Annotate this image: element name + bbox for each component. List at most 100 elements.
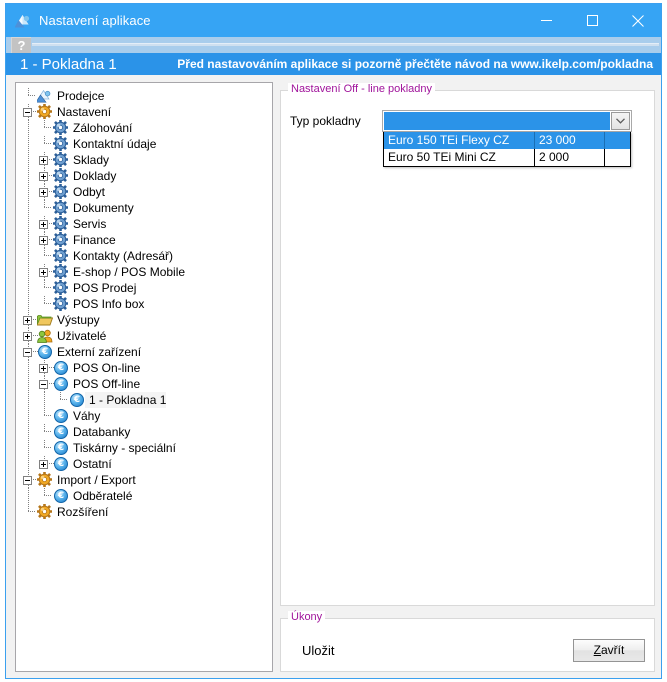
tree-guide	[20, 136, 36, 152]
gear-blue-icon	[53, 280, 69, 296]
save-action[interactable]: Uložit	[302, 643, 335, 658]
close-button-rest: avřít	[601, 643, 624, 657]
tree-item-prodejce[interactable]: Prodejce	[20, 88, 272, 104]
tree-expander-plus-icon[interactable]	[36, 216, 52, 232]
tree-item-databanky[interactable]: €Databanky	[20, 424, 272, 440]
euro-coin-icon: €	[53, 360, 69, 376]
tree-item-dokumenty[interactable]: Dokumenty	[20, 200, 272, 216]
tree-guide	[20, 264, 36, 280]
close-icon[interactable]	[615, 4, 661, 37]
tree-item-label: 1 - Pokladna 1	[85, 392, 166, 408]
tree-item-label: POS Info box	[69, 296, 144, 312]
tree-expander-minus-icon[interactable]	[20, 344, 36, 360]
tree-item-nastaven[interactable]: Nastavení	[20, 104, 272, 120]
tree-guide	[20, 360, 36, 376]
chevron-down-icon[interactable]	[611, 112, 630, 130]
strip-divider	[32, 43, 659, 46]
gear-blue-icon	[53, 232, 69, 248]
tree-item-v-hy[interactable]: €Váhy	[20, 408, 272, 424]
tree-expander-plus-icon[interactable]	[36, 456, 52, 472]
gear-blue-icon	[53, 184, 69, 200]
offline-register-settings-group: Nastavení Off - line pokladny Typ poklad…	[280, 90, 655, 606]
tree-item-odbyt[interactable]: Odbyt	[20, 184, 272, 200]
tree-item-pos-info-box[interactable]: POS Info box	[20, 296, 272, 312]
tree-guide	[36, 200, 52, 216]
euro-coin-icon: €	[69, 392, 85, 408]
tree-item-extern-za-zen[interactable]: €Externí zařízení	[20, 344, 272, 360]
close-button[interactable]: Zavřít	[573, 639, 645, 662]
register-type-combobox[interactable]: Euro 150 TEi Flexy CZ 23 000 Euro 50 TEi…	[382, 110, 632, 132]
minimize-icon[interactable]	[523, 4, 569, 37]
tree-guide	[20, 296, 36, 312]
tree-item-doklady[interactable]: Doklady	[20, 168, 272, 184]
tree-item-sklady[interactable]: Sklady	[20, 152, 272, 168]
tree-item-label: Uživatelé	[53, 328, 106, 344]
tree-item-roz-en[interactable]: Rozšíření	[20, 504, 272, 520]
gear-blue-icon	[53, 248, 69, 264]
tree-item-ostatn[interactable]: €Ostatní	[20, 456, 272, 472]
tree-item-label: Rozšíření	[53, 504, 108, 520]
list-item[interactable]: Euro 50 TEi Mini CZ 2 000	[384, 149, 630, 166]
tree-expander-plus-icon[interactable]	[36, 264, 52, 280]
tree-guide	[20, 248, 36, 264]
tree-expander-plus-icon[interactable]	[36, 184, 52, 200]
tree-expander-plus-icon[interactable]	[20, 328, 36, 344]
tree-item-e-shop-pos-mobile[interactable]: E-shop / POS Mobile	[20, 264, 272, 280]
tree-guide	[20, 184, 36, 200]
tree-guide	[20, 424, 36, 440]
tree-item-z-lohov-n[interactable]: Zálohování	[20, 120, 272, 136]
option-extra	[605, 149, 630, 166]
tree-item-label: Dokumenty	[69, 200, 134, 216]
tree-expander-plus-icon[interactable]	[36, 152, 52, 168]
tree-item-pos-prodej[interactable]: POS Prodej	[20, 280, 272, 296]
tree-expander-plus-icon[interactable]	[36, 360, 52, 376]
list-item[interactable]: Euro 150 TEi Flexy CZ 23 000	[384, 132, 630, 149]
tree-expander-minus-icon[interactable]	[20, 472, 36, 488]
app-triangle-icon	[15, 13, 31, 29]
close-button-accel: Z	[594, 643, 601, 657]
info-banner: 1 - Pokladna 1 Před nastavováním aplikac…	[6, 53, 661, 75]
window-title: Nastavení aplikace	[39, 13, 151, 28]
tree-expander-plus-icon[interactable]	[36, 232, 52, 248]
tree-item-servis[interactable]: Servis	[20, 216, 272, 232]
euro-coin-icon: €	[53, 408, 69, 424]
settings-tree-panel[interactable]: Prodejce Nastavení Zálohování Kontaktní …	[15, 82, 273, 672]
tree-expander-minus-icon[interactable]	[36, 376, 52, 392]
window-controls	[523, 4, 661, 37]
help-button[interactable]: ?	[11, 37, 31, 53]
tree-expander-plus-icon[interactable]	[20, 312, 36, 328]
option-name: Euro 150 TEi Flexy CZ	[384, 132, 535, 149]
tree-item-kontaktn-daje[interactable]: Kontaktní údaje	[20, 136, 272, 152]
tree-item-label: Tiskárny - speciální	[69, 440, 176, 456]
tree-item-odb-ratel[interactable]: €Odběratelé	[20, 488, 272, 504]
tree-guide	[20, 376, 36, 392]
tree-guide	[36, 120, 52, 136]
tree-item-label: Ostatní	[69, 456, 112, 472]
tree-expander-minus-icon[interactable]	[20, 104, 36, 120]
tree-item-label: Externí zařízení	[53, 344, 141, 360]
tree-expander-plus-icon[interactable]	[36, 168, 52, 184]
actions-group-title: Úkony	[288, 611, 325, 623]
tree-item-label: Kontaktní údaje	[69, 136, 156, 152]
option-code: 2 000	[535, 149, 605, 166]
tree-item-1-pokladna-1[interactable]: €1 - Pokladna 1	[20, 392, 272, 408]
tree-item-kontakty-adres[interactable]: Kontakty (Adresář)	[20, 248, 272, 264]
tree-item-u-ivatel[interactable]: Uživatelé	[20, 328, 272, 344]
tree-item-pos-off-line[interactable]: €POS Off-line	[20, 376, 272, 392]
actions-row: Uložit Zavřít	[281, 629, 654, 671]
tree-guide	[20, 232, 36, 248]
combobox-value[interactable]	[384, 112, 610, 130]
combobox-control[interactable]	[382, 110, 632, 132]
tree-item-finance[interactable]: Finance	[20, 232, 272, 248]
gear-blue-icon	[53, 120, 69, 136]
maximize-icon[interactable]	[569, 4, 615, 37]
tree-guide	[20, 456, 36, 472]
register-type-label: Typ pokladny	[290, 110, 382, 132]
combobox-dropdown-list[interactable]: Euro 150 TEi Flexy CZ 23 000 Euro 50 TEi…	[383, 132, 631, 167]
tree-item-tisk-rny-speci-ln[interactable]: €Tiskárny - speciální	[20, 440, 272, 456]
tree-item-import-export[interactable]: Import / Export	[20, 472, 272, 488]
tree-item-label: Databanky	[69, 424, 130, 440]
gear-blue-icon	[53, 296, 69, 312]
tree-item-pos-on-line[interactable]: €POS On-line	[20, 360, 272, 376]
tree-item-v-stupy[interactable]: Výstupy	[20, 312, 272, 328]
